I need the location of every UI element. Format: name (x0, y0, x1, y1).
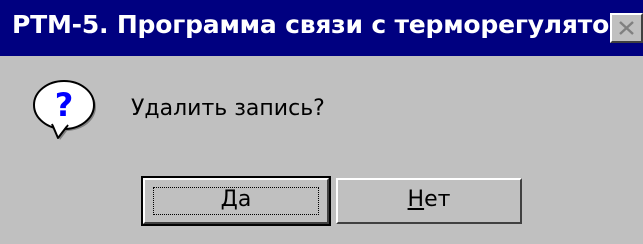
title-bar: РТМ-5. Программа связи с терморегуляторо… (0, 0, 643, 56)
dialog-message: Удалить запись? (131, 96, 325, 121)
no-mnemonic: Н (407, 187, 425, 212)
message-dialog: РТМ-5. Программа связи с терморегуляторо… (0, 0, 643, 244)
close-icon (619, 21, 634, 35)
yes-label-rest: а (237, 187, 252, 212)
no-button[interactable]: Нет (336, 178, 522, 224)
yes-mnemonic: Д (220, 187, 238, 212)
question-icon: ? (30, 78, 102, 142)
yes-button[interactable]: Да (141, 176, 331, 226)
no-label-rest: ет (424, 187, 451, 212)
close-button[interactable] (610, 13, 643, 43)
svg-text:?: ? (55, 86, 74, 124)
window-title: РТМ-5. Программа связи с терморегуляторо… (12, 10, 643, 39)
yes-button-label: Да (221, 187, 252, 212)
no-button-label: Нет (408, 187, 451, 212)
